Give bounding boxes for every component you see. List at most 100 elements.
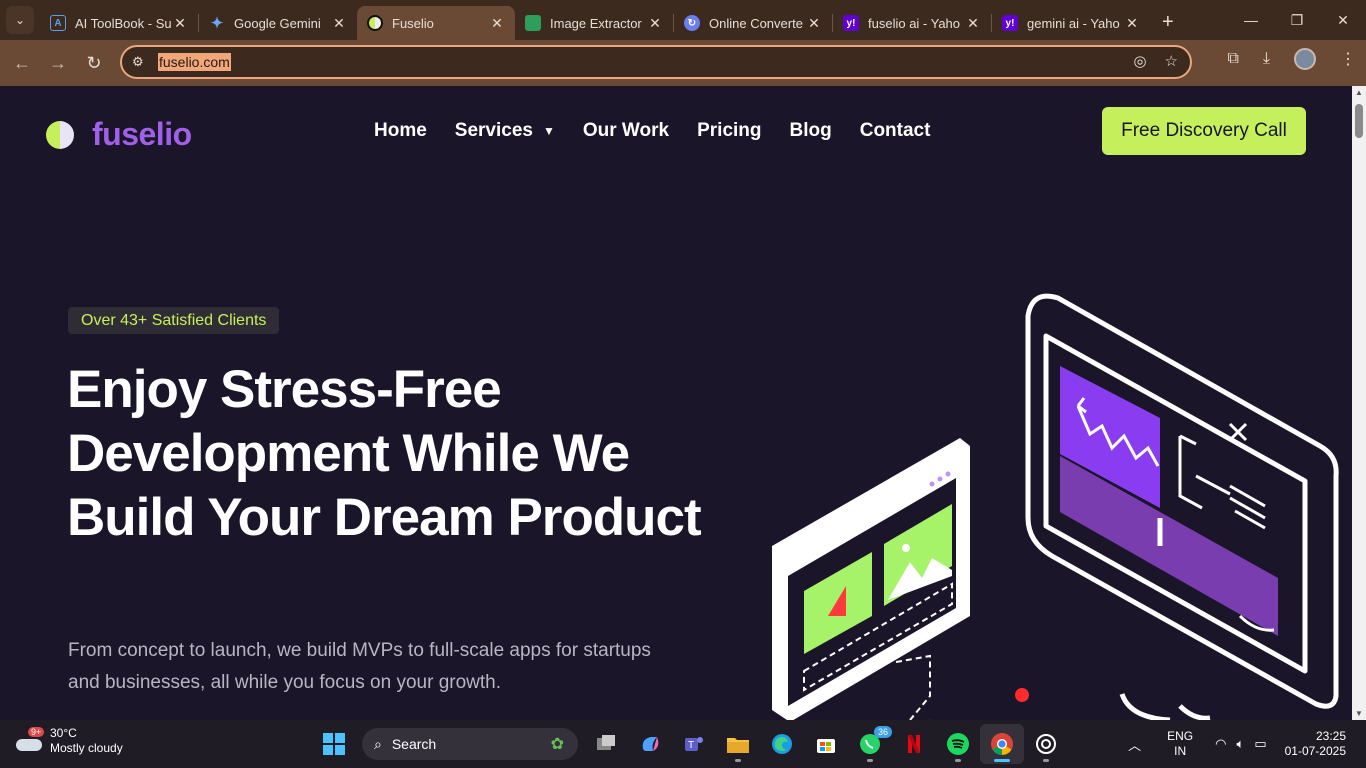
tab-title: Online Converte xyxy=(709,15,803,31)
hero-illustration xyxy=(772,293,1339,720)
nav-contact[interactable]: Contact xyxy=(860,120,931,142)
hero-subtitle: From concept to launch, we build MVPs to… xyxy=(68,640,651,693)
edge-icon[interactable] xyxy=(760,724,804,764)
forward-icon[interactable]: → xyxy=(40,45,76,81)
logo-mark-icon xyxy=(46,120,74,149)
tab-title: fuselio ai - Yaho xyxy=(868,15,961,31)
satisfied-clients-badge: Over 43+ Satisfied Clients xyxy=(68,307,280,334)
volume-icon[interactable]: 🔈︎ xyxy=(1237,736,1245,752)
running-indicator xyxy=(1043,759,1049,762)
language-indicator[interactable]: ENG IN xyxy=(1167,729,1193,759)
system-tray: ︿ ENG IN ◠ 🔈︎ ▭ 23:25 01-07-2025 xyxy=(1128,720,1366,768)
extensions-icon[interactable]: ⧉ xyxy=(1227,50,1238,68)
small-tablet-graphic xyxy=(772,438,970,720)
aitoolbook-icon: A xyxy=(50,15,66,31)
back-icon[interactable]: ← xyxy=(4,45,40,81)
chrome-icon[interactable] xyxy=(980,724,1024,764)
tab-aitoolbook[interactable]: A AI ToolBook - Su ✕ xyxy=(40,6,198,40)
search-icon: ⌕ xyxy=(374,735,382,752)
page-scrollbar[interactable]: ▲ ▼ xyxy=(1352,86,1366,720)
gemini-icon: ✦ xyxy=(210,15,224,32)
nav-blog[interactable]: Blog xyxy=(790,120,832,142)
site-settings-icon[interactable]: ⚙ xyxy=(132,54,158,70)
download-icon[interactable]: ⤓ xyxy=(1263,50,1270,68)
netflix-icon[interactable] xyxy=(892,724,936,764)
new-tab-icon[interactable]: + xyxy=(1162,11,1174,34)
main-nav: Home Services ▼ Our Work Pricing Blog Con… xyxy=(374,120,930,142)
copilot-icon[interactable] xyxy=(628,724,672,764)
close-tab-icon[interactable]: ✕ xyxy=(172,15,188,32)
active-indicator xyxy=(994,759,1010,762)
nav-home[interactable]: Home xyxy=(374,120,427,142)
hero-title: Enjoy Stress-Free Development While We B… xyxy=(67,360,702,547)
scrollbar-thumb[interactable] xyxy=(1355,104,1363,138)
tab-title: Fuselio xyxy=(392,15,434,31)
whatsapp-icon[interactable]: 36 xyxy=(848,724,892,764)
tab-online-converter[interactable]: ↻ Online Converte ✕ xyxy=(674,6,832,40)
chevron-up-icon[interactable]: ︿ xyxy=(1128,735,1141,754)
clock-time: 23:25 xyxy=(1315,729,1346,743)
address-bar[interactable]: ⚙ fuselio.com ◎ ☆ xyxy=(120,45,1192,79)
nav-pricing[interactable]: Pricing xyxy=(697,120,761,142)
windows-taskbar: 9+ 30°C Mostly cloudy ⌕ Search ✿ T 36 ︿ xyxy=(0,720,1366,768)
url-text[interactable]: fuselio.com xyxy=(158,53,231,71)
close-tab-icon[interactable]: ✕ xyxy=(965,15,981,32)
weather-notification-badge: 9+ xyxy=(28,727,45,737)
running-indicator xyxy=(955,759,961,762)
tab-image-extractor[interactable]: Image Extractor ✕ xyxy=(515,6,673,40)
clock[interactable]: 23:25 01-07-2025 xyxy=(1285,729,1346,759)
profile-avatar[interactable] xyxy=(1294,48,1316,70)
reload-icon[interactable]: ↻ xyxy=(76,45,112,81)
svg-text:T: T xyxy=(688,740,694,751)
close-window-icon[interactable]: ✕ xyxy=(1320,0,1366,40)
windows-icon xyxy=(323,733,345,755)
whatsapp-badge: 36 xyxy=(873,726,892,738)
microsoft-store-icon[interactable] xyxy=(804,724,848,764)
scroll-down-icon[interactable]: ▼ xyxy=(1355,709,1363,718)
tab-gemini[interactable]: ✦ Google Gemini ✕ xyxy=(199,6,357,40)
close-tab-icon[interactable]: ✕ xyxy=(331,15,347,32)
free-discovery-call-button[interactable]: Free Discovery Call xyxy=(1102,107,1306,155)
close-tab-icon[interactable]: ✕ xyxy=(489,15,505,32)
wifi-icon[interactable]: ◠ xyxy=(1215,736,1226,752)
spotify-icon[interactable] xyxy=(936,724,980,764)
battery-icon[interactable]: ▭ xyxy=(1254,736,1266,752)
taskbar-search[interactable]: ⌕ Search ✿ xyxy=(362,728,578,760)
maximize-icon[interactable]: ❐ xyxy=(1274,0,1320,40)
file-explorer-icon[interactable] xyxy=(716,724,760,764)
close-tab-icon[interactable]: ✕ xyxy=(806,15,822,32)
weather-widget[interactable]: 9+ 30°C Mostly cloudy xyxy=(14,726,123,756)
tab-fuselio[interactable]: Fuselio ✕ xyxy=(357,6,515,40)
start-button[interactable] xyxy=(312,724,356,764)
task-view-icon[interactable] xyxy=(584,724,628,764)
site-logo[interactable]: fuselio xyxy=(46,116,192,153)
weather-temperature: 30°C xyxy=(50,726,77,740)
scroll-up-icon[interactable]: ▲ xyxy=(1355,88,1363,97)
bookmark-star-icon[interactable]: ☆ xyxy=(1165,52,1178,70)
menu-kebab-icon[interactable]: ⋮ xyxy=(1340,49,1356,69)
close-tab-icon[interactable]: ✕ xyxy=(1124,15,1140,32)
clock-date: 01-07-2025 xyxy=(1284,744,1346,758)
tab-title: Image Extractor xyxy=(550,15,642,31)
yahoo-icon: y! xyxy=(1002,15,1018,31)
fuselio-icon xyxy=(367,15,383,31)
teams-icon[interactable]: T xyxy=(672,724,716,764)
online-converter-icon: ↻ xyxy=(684,15,700,31)
yahoo-icon: y! xyxy=(843,15,859,31)
nav-services[interactable]: Services ▼ xyxy=(455,120,555,142)
nav-our-work[interactable]: Our Work xyxy=(583,120,669,142)
tab-search-button[interactable]: ⌄ xyxy=(6,6,34,34)
taskbar-search-label: Search xyxy=(391,736,437,752)
chevron-down-icon: ▼ xyxy=(542,124,555,138)
tab-bar: ⌄ A AI ToolBook - Su ✕ ✦ Google Gemini ✕… xyxy=(0,0,1366,40)
image-extractor-icon xyxy=(525,15,541,31)
tab-yahoo-gemini[interactable]: y! gemini ai - Yaho ✕ xyxy=(992,6,1150,40)
chatgpt-icon[interactable] xyxy=(1024,724,1068,764)
minimize-icon[interactable]: — xyxy=(1228,0,1274,40)
running-indicator xyxy=(867,759,873,762)
tab-yahoo-fuselio[interactable]: y! fuselio ai - Yaho ✕ xyxy=(833,6,991,40)
weather-condition: Mostly cloudy xyxy=(50,741,123,755)
close-tab-icon[interactable]: ✕ xyxy=(647,15,663,32)
logo-text: fuselio xyxy=(92,116,192,152)
eye-off-icon[interactable]: ◎ xyxy=(1133,52,1146,70)
